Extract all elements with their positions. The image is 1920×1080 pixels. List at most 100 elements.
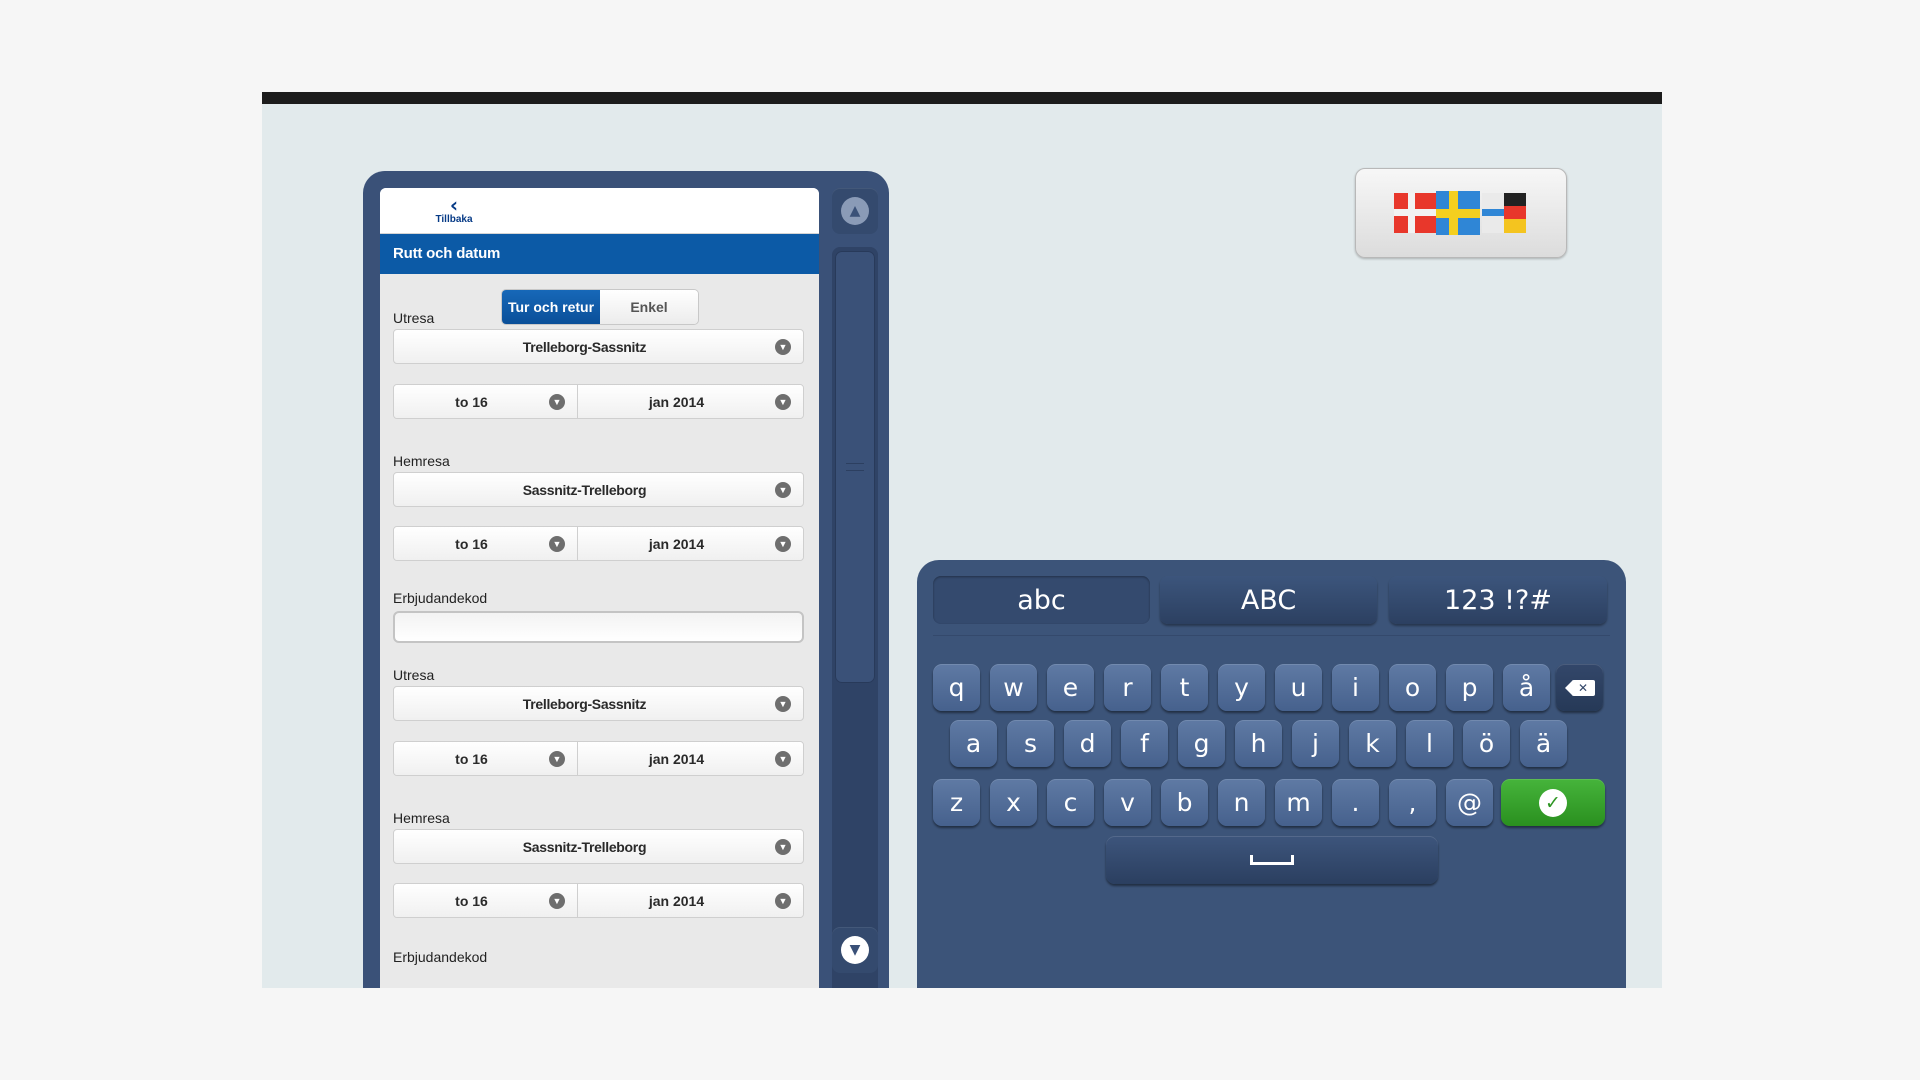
return-day-value: to 16	[455, 892, 488, 909]
key-4[interactable]: b	[1161, 779, 1208, 826]
language-button[interactable]	[1355, 168, 1567, 258]
mode-symbols-button[interactable]: 123 !?#	[1389, 576, 1607, 624]
key-7[interactable]: k	[1349, 720, 1396, 767]
backspace-key[interactable]: ✕	[1556, 664, 1603, 711]
key-9[interactable]: @	[1446, 779, 1493, 826]
key-10[interactable]: å	[1503, 664, 1550, 711]
key-10[interactable]: ä	[1520, 720, 1567, 767]
key-3[interactable]: f	[1121, 720, 1168, 767]
round-trip-option[interactable]: Tur och retur	[502, 290, 600, 324]
outbound-route-value: Trelleborg-Sassnitz	[522, 338, 647, 355]
return-date-picker: to 16 ▼ jan 2014 ▼	[393, 526, 804, 561]
chevron-down-icon: ▼	[549, 393, 565, 410]
key-5[interactable]: y	[1218, 664, 1265, 711]
key-6[interactable]: j	[1292, 720, 1339, 767]
chevron-down-icon: ▼	[775, 695, 791, 712]
return-route-select[interactable]: Sassnitz-Trelleborg ▼	[393, 829, 804, 864]
key-2[interactable]: c	[1047, 779, 1094, 826]
return-day-select[interactable]: to 16 ▼	[394, 527, 578, 560]
flags-icon	[1394, 191, 1528, 235]
scroll-up-button[interactable]: ▲	[832, 188, 878, 234]
return-month-value: jan 2014	[648, 892, 705, 909]
return-label: Hemresa	[393, 453, 450, 469]
key-4[interactable]: g	[1178, 720, 1225, 767]
outbound-day-value: to 16	[455, 750, 488, 767]
key-2[interactable]: e	[1047, 664, 1094, 711]
outbound-day-value: to 16	[455, 393, 488, 410]
outbound-route-select[interactable]: Trelleborg-Sassnitz ▼	[393, 686, 804, 721]
chevron-down-icon: ▼	[549, 535, 565, 552]
outbound-route-value: Trelleborg-Sassnitz	[522, 695, 647, 712]
return-label: Hemresa	[393, 810, 450, 826]
key-6[interactable]: u	[1275, 664, 1322, 711]
chevron-down-icon: ▼	[549, 750, 565, 767]
scroll-thumb[interactable]	[835, 251, 875, 683]
denmark-flag-icon	[1394, 193, 1438, 233]
space-key[interactable]	[1106, 836, 1438, 884]
return-date-picker: to 16 ▼ jan 2014 ▼	[393, 883, 804, 918]
germany-flag-icon	[1482, 193, 1526, 233]
chevron-left-icon: ‹	[449, 193, 459, 217]
outbound-month-value: jan 2014	[648, 393, 705, 410]
outbound-label: Utresa	[393, 667, 435, 683]
key-0[interactable]: a	[950, 720, 997, 767]
one-way-option[interactable]: Enkel	[600, 290, 698, 324]
scroll-track[interactable]	[832, 247, 878, 988]
chevron-down-icon: ▼	[549, 892, 565, 909]
promo-code-input[interactable]	[393, 611, 804, 643]
mode-abc-button[interactable]: abc	[933, 576, 1150, 624]
return-day-select[interactable]: to 16 ▼	[394, 884, 578, 917]
back-button[interactable]: ‹ Tillbaka	[432, 193, 476, 225]
outbound-month-select[interactable]: jan 2014 ▼	[578, 742, 803, 775]
outbound-date-picker: to 16 ▼ jan 2014 ▼	[393, 384, 804, 419]
key-5[interactable]: n	[1218, 779, 1265, 826]
return-month-select[interactable]: jan 2014 ▼	[578, 527, 803, 560]
key-8[interactable]: ,	[1389, 779, 1436, 826]
outbound-day-select[interactable]: to 16 ▼	[394, 742, 578, 775]
trip-type-toggle: Tur och retur Enkel	[501, 289, 699, 325]
nav-bar: ‹ Tillbaka	[380, 188, 819, 234]
outbound-label: Utresa	[393, 310, 435, 326]
outbound-route-select[interactable]: Trelleborg-Sassnitz ▼	[393, 329, 804, 364]
backspace-icon: ✕	[1564, 679, 1595, 696]
keyboard-divider	[933, 635, 1610, 636]
promo-code-label: Erbjudandekod	[393, 949, 488, 965]
outbound-month-select[interactable]: jan 2014 ▼	[578, 385, 803, 418]
key-7[interactable]: .	[1332, 779, 1379, 826]
chevron-down-icon: ▼	[775, 481, 791, 498]
key-8[interactable]: l	[1406, 720, 1453, 767]
return-route-select[interactable]: Sassnitz-Trelleborg ▼	[393, 472, 804, 507]
outbound-month-value: jan 2014	[648, 750, 705, 767]
booking-screen: ‹ Tillbaka Rutt och datum Tur och retur …	[380, 188, 819, 988]
on-screen-keyboard: abc ABC 123 !?# ✕ ✓ qwertyuiopå asdfghjkl…	[917, 560, 1626, 988]
key-9[interactable]: ö	[1463, 720, 1510, 767]
grip-icon	[846, 463, 864, 471]
mode-uppercase-button[interactable]: ABC	[1160, 576, 1377, 624]
return-month-select[interactable]: jan 2014 ▼	[578, 884, 803, 917]
key-3[interactable]: v	[1104, 779, 1151, 826]
chevron-down-icon: ▼	[775, 338, 791, 355]
chevron-down-icon: ▼	[775, 838, 791, 855]
outbound-day-select[interactable]: to 16 ▼	[394, 385, 578, 418]
key-6[interactable]: m	[1275, 779, 1322, 826]
key-1[interactable]: w	[990, 664, 1037, 711]
key-1[interactable]: s	[1007, 720, 1054, 767]
key-1[interactable]: x	[990, 779, 1037, 826]
key-4[interactable]: t	[1161, 664, 1208, 711]
key-9[interactable]: p	[1446, 664, 1493, 711]
key-0[interactable]: z	[933, 779, 980, 826]
key-2[interactable]: d	[1064, 720, 1111, 767]
key-8[interactable]: o	[1389, 664, 1436, 711]
key-7[interactable]: i	[1332, 664, 1379, 711]
scroll-down-button[interactable]: ▼	[832, 927, 878, 973]
key-3[interactable]: r	[1104, 664, 1151, 711]
chevron-down-icon: ▼	[841, 936, 869, 964]
sweden-flag-icon	[1436, 191, 1480, 235]
key-0[interactable]: q	[933, 664, 980, 711]
enter-key[interactable]: ✓	[1501, 779, 1605, 826]
top-bar	[262, 92, 1662, 104]
return-route-value: Sassnitz-Trelleborg	[522, 838, 647, 855]
return-day-value: to 16	[455, 535, 488, 552]
key-5[interactable]: h	[1235, 720, 1282, 767]
promo-code-label: Erbjudandekod	[393, 590, 488, 606]
